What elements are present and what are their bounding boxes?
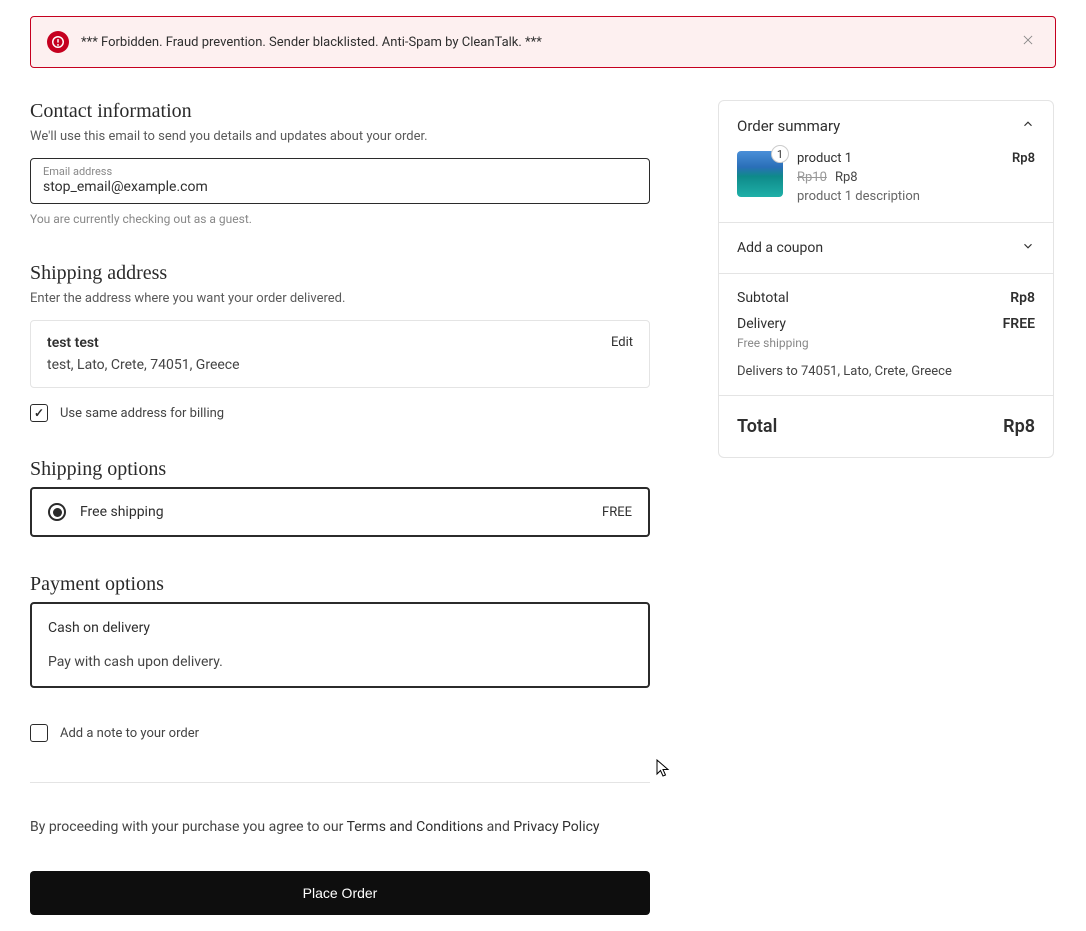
email-field-wrap[interactable]: Email address (30, 158, 650, 204)
error-icon (47, 31, 69, 53)
payment-method-desc: Pay with cash upon delivery. (48, 654, 632, 670)
delivery-label: Delivery (737, 316, 786, 332)
payment-method-title: Cash on delivery (48, 620, 632, 636)
email-label: Email address (43, 165, 637, 178)
add-note-checkbox[interactable] (30, 724, 48, 742)
chevron-up-icon (1021, 117, 1035, 135)
delivery-note: Free shipping (737, 336, 1035, 350)
address-name: test test (47, 335, 240, 351)
shipping-radio[interactable] (48, 503, 66, 521)
delivery-value: FREE (1003, 316, 1035, 332)
payment-method-cod[interactable]: Cash on delivery Pay with cash upon deli… (30, 602, 650, 688)
shipping-title: Shipping address (30, 262, 650, 285)
total-value: Rp8 (1003, 416, 1035, 437)
shipping-address-section: Shipping address Enter the address where… (30, 262, 650, 422)
shipping-subtitle: Enter the address where you want your or… (30, 291, 650, 306)
terms-link[interactable]: Terms and Conditions (347, 819, 484, 835)
same-billing-label: Use same address for billing (60, 406, 224, 421)
shipping-option-free[interactable]: Free shipping FREE (30, 487, 650, 537)
payment-title: Payment options (30, 573, 650, 596)
totals-block: Subtotal Rp8 Delivery FREE Free shipping… (719, 274, 1053, 396)
guest-note: You are currently checking out as a gues… (30, 212, 650, 226)
item-name: product 1 (797, 151, 852, 166)
contact-title: Contact information (30, 100, 650, 123)
item-old-price: Rp10 (797, 170, 827, 185)
privacy-link[interactable]: Privacy Policy (513, 819, 599, 835)
qty-badge: 1 (771, 145, 789, 163)
legal-text: By proceeding with your purchase you agr… (30, 819, 650, 835)
divider (30, 782, 650, 783)
summary-title: Order summary (737, 117, 840, 135)
summary-item: 1 product 1 Rp8 Rp10 Rp8 product 1 descr… (719, 151, 1053, 223)
same-billing-checkbox[interactable] (30, 404, 48, 422)
summary-toggle[interactable]: Order summary (719, 101, 1053, 151)
item-price: Rp8 (1012, 151, 1035, 166)
contact-subtitle: We'll use this email to send you details… (30, 129, 650, 144)
shipping-options-title: Shipping options (30, 458, 650, 481)
order-summary: Order summary 1 product 1 Rp8 Rp10 (718, 100, 1054, 458)
total-label: Total (737, 416, 777, 437)
address-line: test, Lato, Crete, 74051, Greece (47, 357, 240, 373)
item-description: product 1 description (797, 189, 1035, 204)
email-input[interactable] (43, 179, 637, 195)
error-alert: *** Forbidden. Fraud prevention. Sender … (30, 16, 1056, 68)
alert-close-button[interactable] (1017, 29, 1039, 55)
add-note-label: Add a note to your order (60, 726, 199, 741)
grand-total: Total Rp8 (719, 396, 1053, 457)
alert-message: *** Forbidden. Fraud prevention. Sender … (81, 35, 1005, 50)
product-thumbnail: 1 (737, 151, 783, 197)
place-order-button[interactable]: Place Order (30, 871, 650, 915)
address-card: test test test, Lato, Crete, 74051, Gree… (30, 320, 650, 388)
contact-section: Contact information We'll use this email… (30, 100, 650, 226)
subtotal-label: Subtotal (737, 290, 789, 306)
subtotal-value: Rp8 (1010, 290, 1035, 306)
close-icon (1021, 33, 1035, 47)
item-new-price: Rp8 (835, 170, 858, 185)
shipping-option-price: FREE (602, 505, 632, 520)
shipping-option-label: Free shipping (80, 504, 588, 520)
chevron-down-icon (1021, 239, 1035, 257)
shipping-options-section: Shipping options Free shipping FREE (30, 458, 650, 537)
coupon-label: Add a coupon (737, 240, 823, 256)
add-coupon-toggle[interactable]: Add a coupon (719, 223, 1053, 274)
delivers-to: Delivers to 74051, Lato, Crete, Greece (737, 364, 1035, 379)
edit-address-button[interactable]: Edit (611, 335, 633, 350)
payment-options-section: Payment options Cash on delivery Pay wit… (30, 573, 650, 688)
